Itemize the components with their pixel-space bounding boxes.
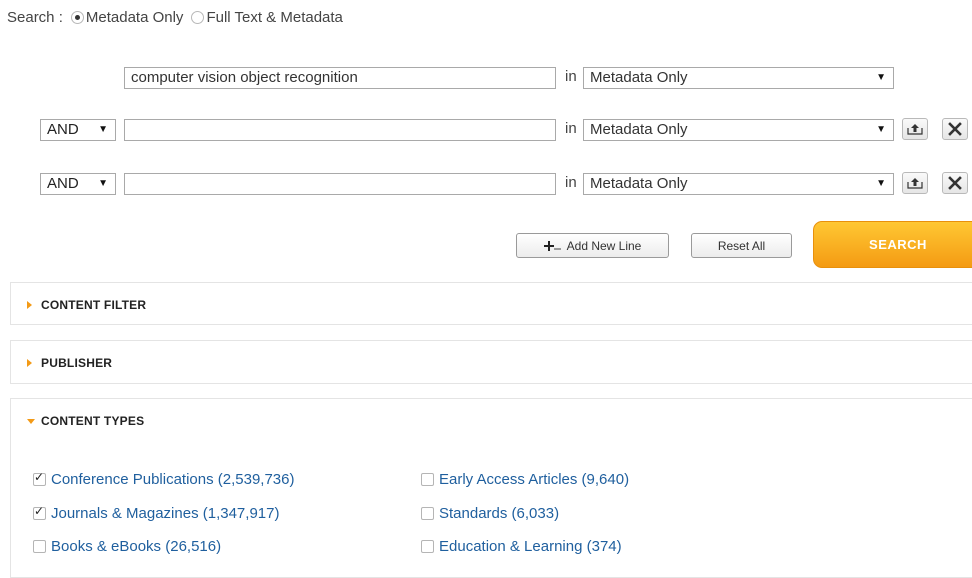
checkbox[interactable] <box>33 540 46 553</box>
content-type-label[interactable]: Early Access Articles (9,640) <box>439 471 629 488</box>
add-line-icon <box>543 240 561 251</box>
search-term-input-1[interactable]: computer vision object recognition <box>124 67 556 89</box>
field-select-value-2: Metadata Only <box>590 121 688 138</box>
in-label-3: in <box>565 174 577 191</box>
checkbox[interactable] <box>421 507 434 520</box>
remove-row-button-3[interactable] <box>942 172 968 194</box>
field-select-value-3: Metadata Only <box>590 175 688 192</box>
content-type-standards[interactable]: Standards (6,033) <box>421 505 559 522</box>
dropdown-arrow-icon: ▼ <box>876 124 886 135</box>
content-type-books-ebooks[interactable]: Books & eBooks (26,516) <box>33 538 221 555</box>
move-up-icon <box>907 124 923 135</box>
remove-row-button-2[interactable] <box>942 118 968 140</box>
operator-value-3: AND <box>47 175 79 192</box>
operator-select-3[interactable]: AND ▼ <box>40 173 116 195</box>
content-type-conference-publications[interactable]: Conference Publications (2,539,736) <box>33 470 295 488</box>
checkbox[interactable] <box>33 470 46 486</box>
collapse-arrow-icon <box>27 418 35 424</box>
publisher-title: PUBLISHER <box>41 356 113 370</box>
reset-all-button[interactable]: Reset All <box>691 233 792 258</box>
add-new-line-button[interactable]: Add New Line <box>516 233 669 258</box>
search-button[interactable]: SEARCH <box>813 221 972 268</box>
content-type-label[interactable]: Education & Learning (374) <box>439 538 622 555</box>
in-label-2: in <box>565 120 577 137</box>
close-icon <box>948 122 962 136</box>
move-up-button-2[interactable] <box>902 118 928 140</box>
dropdown-arrow-icon: ▼ <box>98 178 108 189</box>
field-select-1[interactable]: Metadata Only ▼ <box>583 67 894 89</box>
content-type-label[interactable]: Books & eBooks (26,516) <box>51 538 221 555</box>
metadata-only-label[interactable]: Metadata Only <box>86 9 184 26</box>
search-term-input-2[interactable] <box>124 119 556 141</box>
content-type-education-learning[interactable]: Education & Learning (374) <box>421 538 622 555</box>
full-text-radio[interactable] <box>191 11 205 24</box>
checkbox[interactable] <box>33 504 46 520</box>
field-select-2[interactable]: Metadata Only ▼ <box>583 119 894 141</box>
expand-arrow-icon <box>27 301 32 309</box>
content-type-early-access[interactable]: Early Access Articles (9,640) <box>421 471 629 488</box>
content-filter-panel: CONTENT FILTER <box>10 282 972 325</box>
expand-arrow-icon <box>27 359 32 367</box>
checkbox[interactable] <box>421 473 434 486</box>
checkbox[interactable] <box>421 540 434 553</box>
content-types-title: CONTENT TYPES <box>41 414 145 428</box>
content-filter-header[interactable]: CONTENT FILTER <box>27 298 146 312</box>
content-type-label[interactable]: Journals & Magazines (1,347,917) <box>51 505 279 522</box>
content-filter-title: CONTENT FILTER <box>41 298 147 312</box>
content-types-header[interactable]: CONTENT TYPES <box>27 414 144 428</box>
dropdown-arrow-icon: ▼ <box>98 124 108 135</box>
metadata-only-radio[interactable] <box>70 11 84 24</box>
field-select-value-1: Metadata Only <box>590 69 688 86</box>
full-text-label[interactable]: Full Text & Metadata <box>206 9 342 26</box>
dropdown-arrow-icon: ▼ <box>876 72 886 83</box>
in-label-1: in <box>565 68 577 85</box>
close-icon <box>948 176 962 190</box>
publisher-panel: PUBLISHER <box>10 340 972 384</box>
content-type-journals-magazines[interactable]: Journals & Magazines (1,347,917) <box>33 504 279 522</box>
content-type-label[interactable]: Conference Publications (2,539,736) <box>51 471 295 488</box>
publisher-header[interactable]: PUBLISHER <box>27 356 112 370</box>
search-mode-label: Search : <box>7 9 63 26</box>
search-mode-row: Search : Metadata Only Full Text & Metad… <box>7 9 343 26</box>
dropdown-arrow-icon: ▼ <box>876 178 886 189</box>
add-new-line-label: Add New Line <box>566 238 642 253</box>
field-select-3[interactable]: Metadata Only ▼ <box>583 173 894 195</box>
operator-select-2[interactable]: AND ▼ <box>40 119 116 141</box>
operator-value-2: AND <box>47 121 79 138</box>
move-up-icon <box>907 178 923 189</box>
content-type-label[interactable]: Standards (6,033) <box>439 505 559 522</box>
move-up-button-3[interactable] <box>902 172 928 194</box>
search-term-input-3[interactable] <box>124 173 556 195</box>
